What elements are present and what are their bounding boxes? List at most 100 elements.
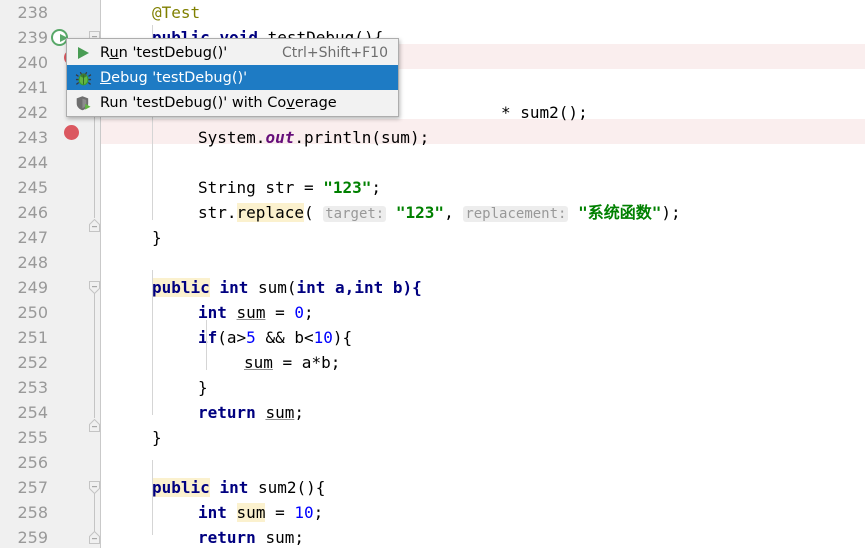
brace-close: } xyxy=(152,228,162,247)
method-name-sum: sum( xyxy=(257,278,297,297)
number-ten: 10 xyxy=(294,503,314,522)
line-number-242: 242 xyxy=(17,103,48,122)
param-hint-replacement: replacement: xyxy=(463,206,569,222)
param-hint-target: target: xyxy=(323,206,387,222)
variable-sum-highlighted: sum xyxy=(236,503,266,522)
menu-item-debug[interactable]: Debug 'testDebug()' xyxy=(67,65,398,90)
line-number-245: 245 xyxy=(17,178,48,197)
coverage-icon xyxy=(71,93,95,113)
code-line-257[interactable]: public int sum2(){ xyxy=(101,475,325,500)
indent-guide xyxy=(206,320,207,370)
line-number-239: 239 xyxy=(17,28,48,47)
code-line-259[interactable]: return sum; xyxy=(101,525,304,548)
string-literal-123: "123" xyxy=(323,178,372,197)
line-number-246: 246 xyxy=(17,203,48,222)
indent-guide xyxy=(152,270,153,415)
code-line-258[interactable]: int sum = 10; xyxy=(101,500,323,525)
fold-end-marker-260[interactable] xyxy=(89,531,100,544)
fold-start-marker-257[interactable] xyxy=(89,481,100,494)
keyword-return: return xyxy=(198,528,256,547)
line-number-255: 255 xyxy=(17,428,48,447)
line-number-257: 257 xyxy=(17,478,48,497)
code-line-254[interactable]: return sum; xyxy=(101,400,304,425)
assign-op: = xyxy=(265,303,295,322)
number-zero: 0 xyxy=(294,303,304,322)
keyword-int: int xyxy=(198,303,227,322)
code-line-255[interactable]: } xyxy=(101,425,162,450)
variable-str-ref: str. xyxy=(198,203,237,222)
code-line-247[interactable]: } xyxy=(101,225,162,250)
line-number-238: 238 xyxy=(17,3,48,22)
line-number-256: 256 xyxy=(17,453,48,472)
breakpoint-icon-243[interactable] xyxy=(64,125,79,140)
run-context-menu[interactable]: Run 'testDebug()' Ctrl+Shift+F10 Debug '… xyxy=(66,38,399,117)
method-params-sum: int a,int b){ xyxy=(296,278,422,297)
indent-guide xyxy=(152,460,153,535)
keyword-int: int xyxy=(198,503,227,522)
code-line-250[interactable]: int sum = 0; xyxy=(101,300,314,325)
menu-item-coverage-label: Run 'testDebug()' with Coverage xyxy=(100,94,337,111)
if-cond-end: ){ xyxy=(332,328,353,347)
keyword-int: int xyxy=(219,278,249,297)
line-number-252: 252 xyxy=(17,353,48,372)
line-number-250: 250 xyxy=(17,303,48,322)
variable-sum: sum xyxy=(244,353,273,372)
semicolon: ; xyxy=(313,503,324,522)
close-stmt: ); xyxy=(661,203,681,222)
brace-close: } xyxy=(152,428,162,447)
bug-icon xyxy=(71,68,95,88)
line-number-258: 258 xyxy=(17,503,48,522)
fold-end-marker-247[interactable] xyxy=(89,219,100,232)
line-number-248: 248 xyxy=(17,253,48,272)
code-line-238[interactable]: @Test xyxy=(101,0,200,25)
method-println: .println(sum); xyxy=(294,128,430,147)
menu-item-run[interactable]: Run 'testDebug()' Ctrl+Shift+F10 xyxy=(67,40,398,65)
class-system: System. xyxy=(198,128,266,147)
variable-sum: sum xyxy=(265,403,295,422)
if-cond-part-b: && b< xyxy=(255,328,314,347)
line-number-240: 240 xyxy=(17,53,48,72)
run-triangle-icon xyxy=(71,43,95,63)
expression-sum2-call: * sum2(); xyxy=(501,103,588,122)
code-line-246[interactable]: str.replace( target: "123", replacement:… xyxy=(101,200,681,225)
menu-item-run-with-coverage[interactable]: Run 'testDebug()' with Coverage xyxy=(67,90,398,115)
open-paren: ( xyxy=(303,203,324,222)
code-line-253[interactable]: } xyxy=(101,375,208,400)
string-literal-chinese: "系统函数" xyxy=(578,203,662,222)
brace-close: } xyxy=(198,378,208,397)
semicolon: ; xyxy=(371,178,382,197)
keyword-public-highlighted: public xyxy=(152,478,210,497)
method-name-sum2: sum2(){ xyxy=(257,478,326,497)
number-five: 5 xyxy=(246,328,256,347)
sum-assign-expr: = a*b; xyxy=(272,353,341,372)
variable-sum: sum; xyxy=(265,528,304,547)
line-number-253: 253 xyxy=(17,378,48,397)
menu-item-run-label: Run 'testDebug()' xyxy=(100,44,228,61)
line-number-244: 244 xyxy=(17,153,48,172)
arg-comma: , xyxy=(444,203,464,222)
if-cond-part-a: (a> xyxy=(217,328,247,347)
code-line-252[interactable]: sum = a*b; xyxy=(101,350,340,375)
line-number-251: 251 xyxy=(17,328,48,347)
semicolon: ; xyxy=(294,403,304,422)
code-line-251[interactable]: if(a>5 && b<10){ xyxy=(101,325,352,350)
code-line-245[interactable]: String str = "123"; xyxy=(101,175,381,200)
line-number-241: 241 xyxy=(17,78,48,97)
keyword-return: return xyxy=(198,403,256,422)
line-number-247: 247 xyxy=(17,228,48,247)
code-line-243[interactable]: System.out.println(sum); xyxy=(101,125,429,150)
line-number-254: 254 xyxy=(17,403,48,422)
code-line-249[interactable]: public int sum(int a,int b){ xyxy=(101,275,422,300)
code-editor[interactable]: @Test public void testDebug(){ * sum2();… xyxy=(0,0,865,548)
annotation-test: @Test xyxy=(152,3,201,22)
line-number-249: 249 xyxy=(17,278,48,297)
variable-str-decl: str = xyxy=(255,178,324,197)
fold-end-marker-255[interactable] xyxy=(89,419,100,432)
keyword-public-highlighted: public xyxy=(152,278,210,297)
string-literal-arg-123: "123" xyxy=(395,203,445,222)
variable-sum: sum xyxy=(236,303,266,322)
type-string: String xyxy=(198,178,256,197)
static-field-out: out xyxy=(265,128,295,147)
fold-start-marker-249[interactable] xyxy=(89,281,100,294)
number-ten: 10 xyxy=(313,328,333,347)
